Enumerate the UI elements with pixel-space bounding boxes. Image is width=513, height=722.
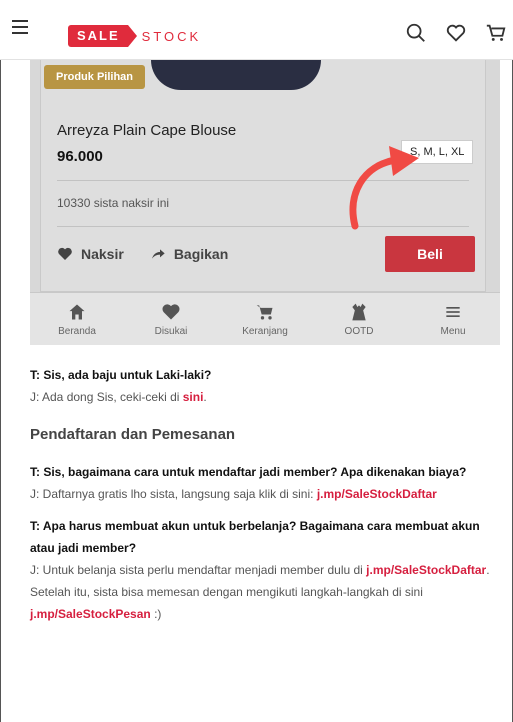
section-heading: Pendaftaran dan Pemesanan — [30, 426, 236, 443]
faq-item: T: Sis, ada baju untuk Laki-laki? J: Ada… — [30, 364, 505, 408]
tab-label: OOTD — [344, 325, 374, 337]
link-daftar[interactable]: j.mp/SaleStockDaftar — [366, 563, 486, 577]
link-daftar[interactable]: j.mp/SaleStockDaftar — [317, 487, 437, 501]
product-price: 96.000 — [57, 148, 103, 165]
product-photo — [151, 60, 321, 90]
menu-icon — [446, 306, 460, 317]
heart-icon — [162, 303, 180, 319]
tab-ootd[interactable]: OOTD — [312, 293, 406, 345]
faq-content: T: Sis, ada baju untuk Laki-laki? J: Ada… — [30, 364, 505, 635]
naksir-label: Naksir — [81, 246, 124, 262]
product-actions: Naksir Bagikan — [57, 246, 228, 262]
cart-icon — [256, 304, 273, 319]
faq-item: T: Apa harus membuat akun untuk berbelan… — [30, 515, 505, 625]
answer-text: . — [203, 390, 207, 404]
faq-answer: J: Daftarnya gratis lho sista, langsung … — [30, 483, 505, 505]
faq-question: T: Apa harus membuat akun untuk berbelan… — [30, 519, 480, 555]
faq-question: T: Sis, ada baju untuk Laki-laki? — [30, 368, 212, 382]
menu-icon[interactable] — [12, 20, 28, 34]
faq-question: T: Sis, bagaimana cara untuk mendaftar j… — [30, 465, 467, 479]
answer-text: J: Untuk belanja sista perlu mendaftar m… — [30, 563, 367, 577]
naksir-button[interactable]: Naksir — [57, 246, 124, 262]
bagikan-button[interactable]: Bagikan — [150, 246, 228, 262]
top-header: SALE STOCK — [0, 0, 513, 60]
answer-text: :) — [150, 607, 162, 621]
tab-keranjang[interactable]: Keranjang — [218, 293, 312, 345]
tab-disukai[interactable]: Disukai — [124, 293, 218, 345]
answer-text: J: Ada dong Sis, ceki-ceki di — [30, 390, 183, 404]
brand-logo[interactable]: SALE STOCK — [68, 25, 201, 47]
annotation-arrow-icon — [349, 146, 419, 230]
tab-label: Keranjang — [242, 325, 288, 337]
search-icon[interactable] — [405, 22, 427, 44]
faq-item: T: Sis, bagaimana cara untuk mendaftar j… — [30, 461, 505, 505]
tab-menu[interactable]: Menu — [406, 293, 500, 345]
buy-button[interactable]: Beli — [385, 236, 475, 272]
product-card: Produk Pilihan Arreyza Plain Cape Blouse… — [40, 60, 486, 292]
faq-answer: J: Ada dong Sis, ceki-ceki di sini. — [30, 386, 505, 408]
cart-icon[interactable] — [485, 22, 507, 44]
tab-label: Menu — [440, 325, 466, 337]
home-icon — [69, 304, 85, 319]
tab-label: Disukai — [154, 325, 188, 337]
bottom-tab-bar: Beranda Disukai Keranjang OOTD Menu — [30, 292, 500, 345]
product-screenshot: Produk Pilihan Arreyza Plain Cape Blouse… — [30, 60, 500, 345]
dress-icon — [352, 303, 366, 320]
tab-label: Beranda — [58, 325, 96, 337]
answer-text: J: Daftarnya gratis lho sista, langsung … — [30, 487, 317, 501]
product-name[interactable]: Arreyza Plain Cape Blouse — [57, 122, 236, 139]
faq-answer: J: Untuk belanja sista perlu mendaftar m… — [30, 559, 505, 625]
likes-count: 10330 sista naksir ini — [57, 196, 170, 210]
header-actions — [405, 22, 507, 44]
tab-beranda[interactable]: Beranda — [30, 293, 124, 345]
featured-badge: Produk Pilihan — [44, 65, 146, 89]
heart-icon — [58, 247, 72, 260]
share-icon — [151, 249, 165, 259]
bagikan-label: Bagikan — [173, 246, 229, 262]
heart-icon[interactable] — [445, 22, 467, 44]
link-sini[interactable]: sini — [183, 390, 204, 404]
logo-stock-text: STOCK — [141, 28, 202, 44]
link-pesan[interactable]: j.mp/SaleStockPesan — [30, 607, 151, 621]
logo-sale-text: SALE — [68, 25, 137, 47]
